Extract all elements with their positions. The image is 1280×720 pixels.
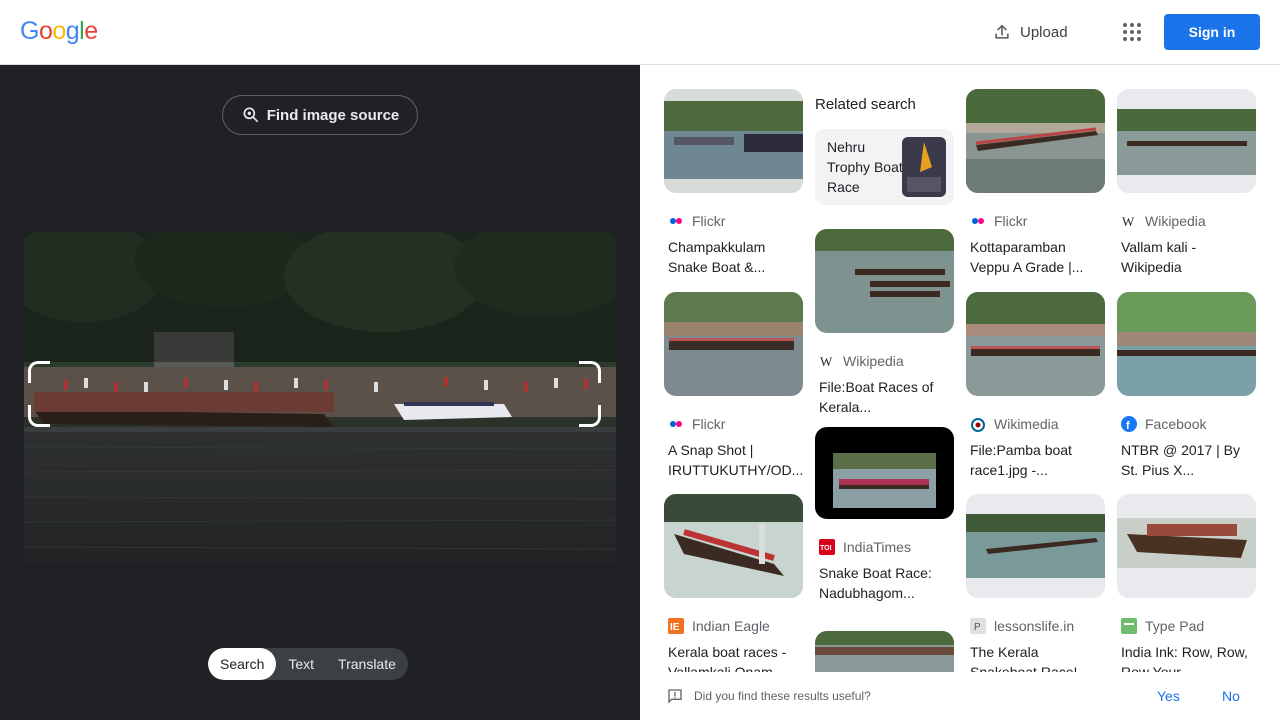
facebook-icon: f [1121, 416, 1137, 432]
svg-text:W: W [1122, 214, 1135, 229]
logo-letter: e [84, 17, 98, 45]
lens-search-icon [243, 107, 258, 123]
wikimedia-icon [970, 416, 986, 432]
visual-matches-panel: Flickr Champakkulam Snake Boat &... Flic… [640, 65, 1280, 720]
result-card[interactable]: Wikimedia File:Pamba boat race1.jpg -... [966, 292, 1105, 480]
svg-text:f: f [1126, 420, 1130, 432]
wikipedia-icon: W [819, 353, 835, 369]
tab-search[interactable]: Search [208, 648, 277, 680]
result-source: Flickr [692, 416, 726, 432]
upload-button[interactable]: Upload [992, 20, 1068, 44]
result-card[interactable]: f Facebook NTBR @ 2017 | By St. Pius X... [1117, 292, 1256, 480]
flickr-icon [668, 416, 684, 432]
result-title[interactable]: A Snap Shot | IRUTTUKUTHY/OD... [664, 440, 803, 480]
result-card[interactable]: Type Pad India Ink: Row, Row, Row Your..… [1117, 494, 1256, 682]
tab-translate[interactable]: Translate [326, 648, 408, 680]
logo-letter: G [20, 17, 39, 45]
result-thumbnail[interactable] [1117, 89, 1256, 193]
crop-handle-top-right[interactable] [579, 361, 601, 383]
result-card[interactable]: W Wikipedia File:Boat Races of Kerala... [815, 229, 954, 417]
related-search-label: Nehru Trophy Boat Race [827, 139, 903, 195]
result-title[interactable]: Vallam kali - Wikipedia [1117, 237, 1256, 277]
result-card[interactable]: W Wikipedia Vallam kali - Wikipedia [1117, 89, 1256, 277]
result-card[interactable]: Flickr Kottaparamban Veppu A Grade |... [966, 89, 1105, 277]
result-source: lessonslife.in [994, 618, 1075, 634]
logo-letter: o [52, 17, 66, 45]
apps-grid-icon[interactable] [1120, 20, 1144, 44]
crop-handle-bottom-left[interactable] [28, 405, 50, 427]
result-card[interactable]: Plessonslife.in The Kerala Snakeboat Rac… [966, 494, 1105, 682]
result-card[interactable]: IEIndian Eagle Kerala boat races - Valla… [664, 494, 803, 682]
result-source: Type Pad [1145, 618, 1205, 634]
feedback-yes-button[interactable]: Yes [1157, 688, 1180, 704]
result-title[interactable]: File:Pamba boat race1.jpg -... [966, 440, 1105, 480]
related-search-heading: Related search [815, 96, 916, 113]
result-thumbnail[interactable] [966, 494, 1105, 598]
svg-text:TOI: TOI [820, 545, 832, 552]
mode-switcher: Search Text Translate [208, 648, 408, 680]
result-thumbnail[interactable] [1117, 292, 1256, 396]
svg-text:W: W [820, 354, 833, 369]
result-title[interactable]: File:Boat Races of Kerala... [815, 377, 954, 417]
result-source: Wikimedia [994, 416, 1059, 432]
wikipedia-icon: W [1121, 213, 1137, 229]
result-card[interactable]: TOI IndiaTimes Snake Boat Race: Nadubhago… [815, 427, 954, 603]
result-title[interactable]: Snake Boat Race: Nadubhagom... [815, 563, 954, 603]
flickr-icon [970, 213, 986, 229]
result-source: Indian Eagle [692, 618, 770, 634]
logo-letter: o [38, 17, 53, 45]
lessonslife-icon: P [970, 618, 986, 634]
result-card[interactable]: Flickr A Snap Shot | IRUTTUKUTHY/OD... [664, 292, 803, 480]
result-source: Wikipedia [843, 353, 904, 369]
google-logo[interactable]: Google [20, 17, 98, 46]
related-search-thumbnail [902, 137, 946, 197]
logo-letter: g [65, 17, 80, 45]
related-search-chip[interactable]: Nehru Trophy Boat Race [815, 129, 954, 205]
feedback-bar: Did you find these results useful? Yes N… [640, 672, 1280, 720]
sign-in-button[interactable]: Sign in [1164, 14, 1260, 50]
result-thumbnail[interactable] [664, 494, 803, 598]
lens-image-panel: Find image source Search Text Translate [0, 65, 640, 720]
result-thumbnail[interactable] [815, 427, 954, 519]
indianeagle-icon: IE [668, 618, 684, 634]
top-bar: Google Upload Sign in [0, 0, 1280, 65]
result-thumbnail[interactable] [966, 292, 1105, 396]
result-source: Facebook [1145, 416, 1207, 432]
query-image[interactable] [24, 232, 616, 564]
result-title[interactable]: Champakkulam Snake Boat &... [664, 237, 803, 277]
crop-handle-top-left[interactable] [28, 361, 50, 383]
find-image-source-label: Find image source [266, 106, 400, 124]
result-title[interactable]: NTBR @ 2017 | By St. Pius X... [1117, 440, 1256, 480]
result-thumbnail[interactable] [815, 229, 954, 333]
upload-label: Upload [1020, 23, 1068, 41]
find-image-source-button[interactable]: Find image source [222, 95, 418, 135]
result-source: Flickr [692, 213, 726, 229]
feedback-icon [668, 689, 682, 704]
upload-icon [995, 24, 1009, 39]
tab-text[interactable]: Text [276, 648, 326, 680]
svg-text:P: P [974, 622, 981, 633]
feedback-question: Did you find these results useful? [694, 689, 871, 703]
result-thumbnail[interactable] [664, 292, 803, 396]
crop-handle-bottom-right[interactable] [579, 405, 601, 427]
svg-text:IE: IE [670, 622, 680, 633]
result-title[interactable]: Kottaparamban Veppu A Grade |... [966, 237, 1105, 277]
typepad-icon [1121, 618, 1137, 634]
result-source: IndiaTimes [843, 539, 911, 555]
indiatimes-icon: TOI [819, 539, 835, 555]
result-thumbnail[interactable] [1117, 494, 1256, 598]
flickr-icon [668, 213, 684, 229]
result-thumbnail[interactable] [664, 89, 803, 193]
result-source: Flickr [994, 213, 1028, 229]
result-thumbnail[interactable] [966, 89, 1105, 193]
result-source: Wikipedia [1145, 213, 1206, 229]
feedback-no-button[interactable]: No [1222, 688, 1240, 704]
result-card[interactable]: Flickr Champakkulam Snake Boat &... [664, 89, 803, 277]
